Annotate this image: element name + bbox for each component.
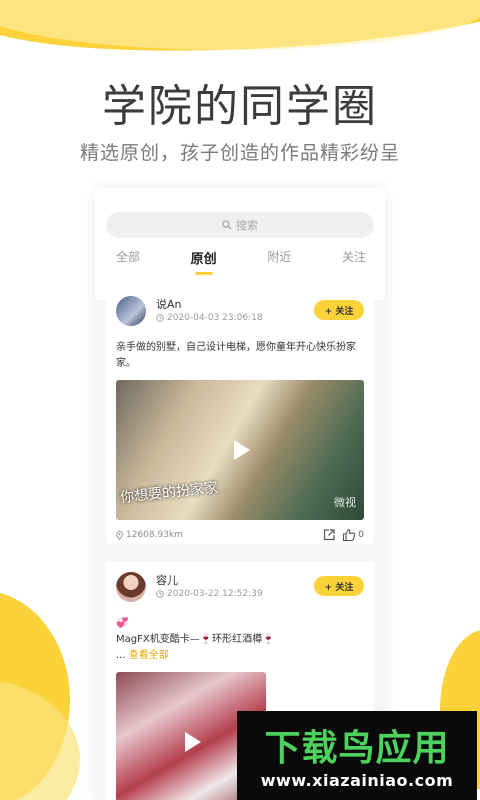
feed-tabs: 全部 原创 附近 关注 [106, 238, 374, 275]
phone-mockup: 搜索 全部 原创 附近 关注 说An 2020-04-03 23:06:18 +… [95, 188, 385, 800]
page-subtitle: 精选原创，孩子创造的作品精彩纷呈 [79, 142, 400, 164]
share-icon[interactable] [322, 528, 336, 542]
download-promo-banner[interactable]: 下载鸟应用 www.xiazainiao.com [237, 711, 477, 800]
tab-all[interactable]: 全部 [116, 248, 140, 275]
post-distance: 12608.93km [116, 530, 183, 540]
play-icon[interactable] [234, 440, 250, 460]
post-text: 亲手做的别墅，自己设计电梯，愿你童年开心快乐扮家家。 [116, 342, 356, 369]
feed-header: 搜索 全部 原创 附近 关注 [95, 188, 385, 300]
avatar[interactable] [116, 296, 146, 326]
follow-button[interactable]: + 关注 [314, 576, 364, 596]
location-icon [116, 530, 123, 540]
search-input[interactable]: 搜索 [106, 212, 374, 238]
post-text-expand: ... 查看全部 [116, 648, 364, 664]
post-user-row: 容儿 2020-03-22 12:52:39 + 关注 [106, 562, 374, 608]
page-title: 学院的同学圈 [102, 81, 378, 132]
post-card[interactable]: 说An 2020-04-03 23:06:18 + 关注 亲手做的别墅，自己设计… [106, 286, 374, 544]
post-user-row: 说An 2020-04-03 23:06:18 + 关注 [106, 286, 374, 332]
post-video[interactable]: 你想要的扮家家 微视 [116, 380, 364, 520]
clock-icon [156, 590, 164, 598]
read-more-link[interactable]: 查看全部 [129, 650, 169, 661]
post-time-text: 2020-04-03 23:06:18 [167, 313, 263, 323]
post-username[interactable]: 说An [156, 296, 182, 312]
video-caption: 你想要的扮家家 [119, 479, 219, 507]
post-distance-text: 12608.93km [126, 530, 183, 540]
post-ellipsis: ... [116, 650, 126, 661]
like-button[interactable]: 0 [342, 528, 364, 542]
follow-button[interactable]: + 关注 [314, 300, 364, 320]
thumbs-up-icon [343, 528, 356, 542]
video-watermark: 微视 [334, 496, 356, 509]
clock-icon [156, 314, 164, 322]
post-username[interactable]: 容儿 [156, 572, 178, 588]
like-count: 0 [358, 530, 364, 540]
promo-url: www.xiazainiao.com [260, 771, 454, 790]
play-icon[interactable] [185, 732, 201, 752]
post-meta-row: 12608.93km 0 [106, 524, 374, 550]
tab-nearby[interactable]: 附近 [267, 248, 291, 275]
post-time: 2020-03-22 12:52:39 [156, 589, 263, 599]
post-text: 💞 MagFX机变酷卡—🍷环形红酒樽🍷 ... 查看全部 [106, 608, 374, 664]
promo-title: 下载鸟应用 [264, 728, 450, 769]
avatar[interactable] [116, 572, 146, 602]
post-text-body: 💞 MagFX机变酷卡—🍷环形红酒樽🍷 [116, 618, 275, 645]
search-placeholder: 搜索 [236, 219, 258, 232]
search-icon [222, 220, 232, 230]
tab-original[interactable]: 原创 [191, 248, 217, 275]
post-time: 2020-04-03 23:06:18 [156, 313, 263, 323]
app-promo-screen: 学院的同学圈 精选原创，孩子创造的作品精彩纷呈 搜索 全部 原创 附近 关注 说… [0, 0, 480, 800]
post-time-text: 2020-03-22 12:52:39 [167, 589, 263, 599]
tab-following[interactable]: 关注 [342, 248, 366, 275]
